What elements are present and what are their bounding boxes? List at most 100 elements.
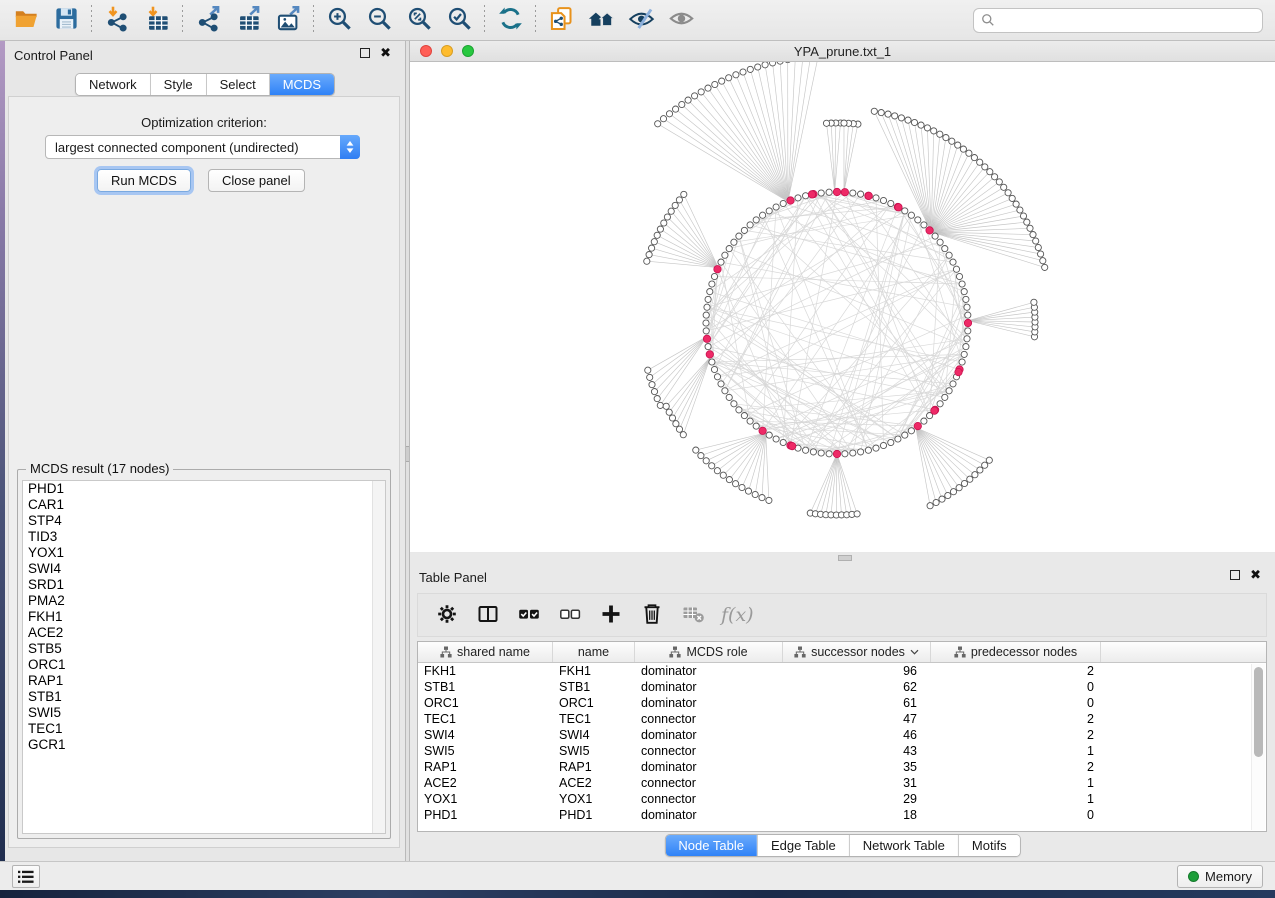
zoom-selected-button[interactable] (439, 3, 479, 37)
hide-selected-button[interactable] (621, 3, 661, 37)
run-mcds-button[interactable]: Run MCDS (97, 169, 191, 192)
table-row[interactable]: TEC1TEC1connector472 (418, 711, 1266, 727)
float-panel-icon[interactable] (360, 48, 370, 58)
table-scrollbar-thumb[interactable] (1254, 667, 1263, 757)
import-network-button[interactable] (97, 3, 137, 37)
sort-indicator-icon (910, 649, 919, 655)
table-row[interactable]: ACE2ACE2connector311 (418, 775, 1266, 791)
column-header-MCDS-role[interactable]: MCDS role (635, 642, 783, 662)
attribute-type-icon (954, 646, 966, 658)
cell-shared-name: YOX1 (418, 791, 553, 807)
column-header-shared-name[interactable]: shared name (418, 642, 553, 662)
cell-predecessor-nodes: 2 (931, 727, 1101, 743)
mcds-result-node[interactable]: STB5 (23, 641, 385, 657)
table-row[interactable]: PHD1PHD1dominator180 (418, 807, 1266, 823)
tab-select[interactable]: Select (206, 74, 269, 95)
cell-predecessor-nodes: 1 (931, 743, 1101, 759)
deselect-all-checkboxes-button[interactable] (553, 598, 587, 632)
network-window-titlebar[interactable]: YPA_prune.txt_1 (410, 41, 1275, 62)
export-table-button[interactable] (228, 3, 268, 37)
mcds-result-node[interactable]: YOX1 (23, 545, 385, 561)
tab-style[interactable]: Style (150, 74, 206, 95)
show-all-button[interactable] (661, 3, 701, 37)
tab-node-table[interactable]: Node Table (665, 835, 757, 856)
mcds-result-node[interactable]: RAP1 (23, 673, 385, 689)
network-graph[interactable] (410, 62, 1275, 552)
save-session-button[interactable] (46, 3, 86, 37)
mcds-result-node[interactable]: STP4 (23, 513, 385, 529)
mcds-result-list[interactable]: PHD1CAR1STP4TID3YOX1SWI4SRD1PMA2FKH1ACE2… (22, 480, 386, 834)
mcds-result-node[interactable]: ACE2 (23, 625, 385, 641)
tab-network-table[interactable]: Network Table (849, 835, 958, 856)
open-file-button[interactable] (6, 3, 46, 37)
criterion-dropdown[interactable]: largest connected component (undirected) (45, 135, 360, 159)
tab-mcds[interactable]: MCDS (269, 74, 334, 95)
search-input[interactable] (973, 8, 1263, 33)
mcds-result-node[interactable]: TEC1 (23, 721, 385, 737)
close-panel-icon[interactable]: ✖ (1250, 570, 1261, 580)
table-row[interactable]: SWI5SWI5connector431 (418, 743, 1266, 759)
close-panel-icon[interactable]: ✖ (380, 48, 391, 58)
toolbar-separator (535, 5, 536, 35)
cell-predecessor-nodes: 1 (931, 775, 1101, 791)
zoom-selected-icon (446, 5, 473, 35)
cell-shared-name: RAP1 (418, 759, 553, 775)
mcds-result-node[interactable]: PHD1 (23, 481, 385, 497)
mcds-result-node[interactable]: STB1 (23, 689, 385, 705)
cell-successor-nodes: 18 (783, 807, 931, 823)
column-header-predecessor-nodes[interactable]: predecessor nodes (931, 642, 1101, 662)
column-header-name[interactable]: name (553, 642, 635, 662)
splitter-grip[interactable] (838, 555, 852, 561)
delete-column-button[interactable] (635, 598, 669, 632)
import-table-button[interactable] (137, 3, 177, 37)
table-scrollbar[interactable] (1251, 664, 1265, 830)
mcds-result-node[interactable]: GCR1 (23, 737, 385, 753)
mcds-result-node[interactable]: SWI5 (23, 705, 385, 721)
tab-edge-table[interactable]: Edge Table (757, 835, 849, 856)
first-neighbors-button[interactable] (581, 3, 621, 37)
mcds-result-node[interactable]: CAR1 (23, 497, 385, 513)
network-canvas[interactable] (410, 62, 1275, 552)
function-builder-button[interactable]: f(x) (717, 604, 758, 626)
cell-name: FKH1 (553, 663, 635, 679)
table-row[interactable]: STB1STB1dominator620 (418, 679, 1266, 695)
cell-predecessor-nodes: 0 (931, 807, 1101, 823)
splitter-grip[interactable] (406, 446, 409, 462)
horizontal-splitter[interactable] (410, 553, 1275, 563)
export-network-button[interactable] (188, 3, 228, 37)
mcds-result-node[interactable]: ORC1 (23, 657, 385, 673)
memory-button[interactable]: Memory (1177, 865, 1263, 888)
table-row[interactable]: FKH1FKH1dominator962 (418, 663, 1266, 679)
show-panels-list-button[interactable] (12, 865, 40, 888)
column-header-successor-nodes[interactable]: successor nodes (783, 642, 931, 662)
result-list-scrollbar[interactable] (372, 481, 385, 833)
table-row[interactable]: YOX1YOX1connector291 (418, 791, 1266, 807)
tab-network[interactable]: Network (76, 74, 150, 95)
zoom-in-button[interactable] (319, 3, 359, 37)
zoom-out-button[interactable] (359, 3, 399, 37)
cell-name: STB1 (553, 679, 635, 695)
refresh-button[interactable] (490, 3, 530, 37)
mcds-result-node[interactable]: SWI4 (23, 561, 385, 577)
cell-name: YOX1 (553, 791, 635, 807)
delete-table-button[interactable] (676, 598, 710, 632)
list-icon (17, 869, 35, 885)
close-panel-button[interactable]: Close panel (208, 169, 305, 192)
settings-gear-button[interactable] (430, 598, 464, 632)
table-row[interactable]: RAP1RAP1dominator352 (418, 759, 1266, 775)
mcds-result-node[interactable]: PMA2 (23, 593, 385, 609)
float-panel-icon[interactable] (1230, 570, 1240, 580)
table-row[interactable]: SWI4SWI4dominator462 (418, 727, 1266, 743)
mcds-result-node[interactable]: SRD1 (23, 577, 385, 593)
mcds-result-node[interactable]: TID3 (23, 529, 385, 545)
network-window-title: YPA_prune.txt_1 (410, 44, 1275, 59)
export-image-button[interactable] (268, 3, 308, 37)
split-columns-button[interactable] (471, 598, 505, 632)
mcds-result-node[interactable]: FKH1 (23, 609, 385, 625)
tab-motifs[interactable]: Motifs (958, 835, 1020, 856)
select-all-checkboxes-button[interactable] (512, 598, 546, 632)
add-column-button[interactable] (594, 598, 628, 632)
table-row[interactable]: ORC1ORC1dominator610 (418, 695, 1266, 711)
clone-network-button[interactable] (541, 3, 581, 37)
zoom-fit-button[interactable] (399, 3, 439, 37)
